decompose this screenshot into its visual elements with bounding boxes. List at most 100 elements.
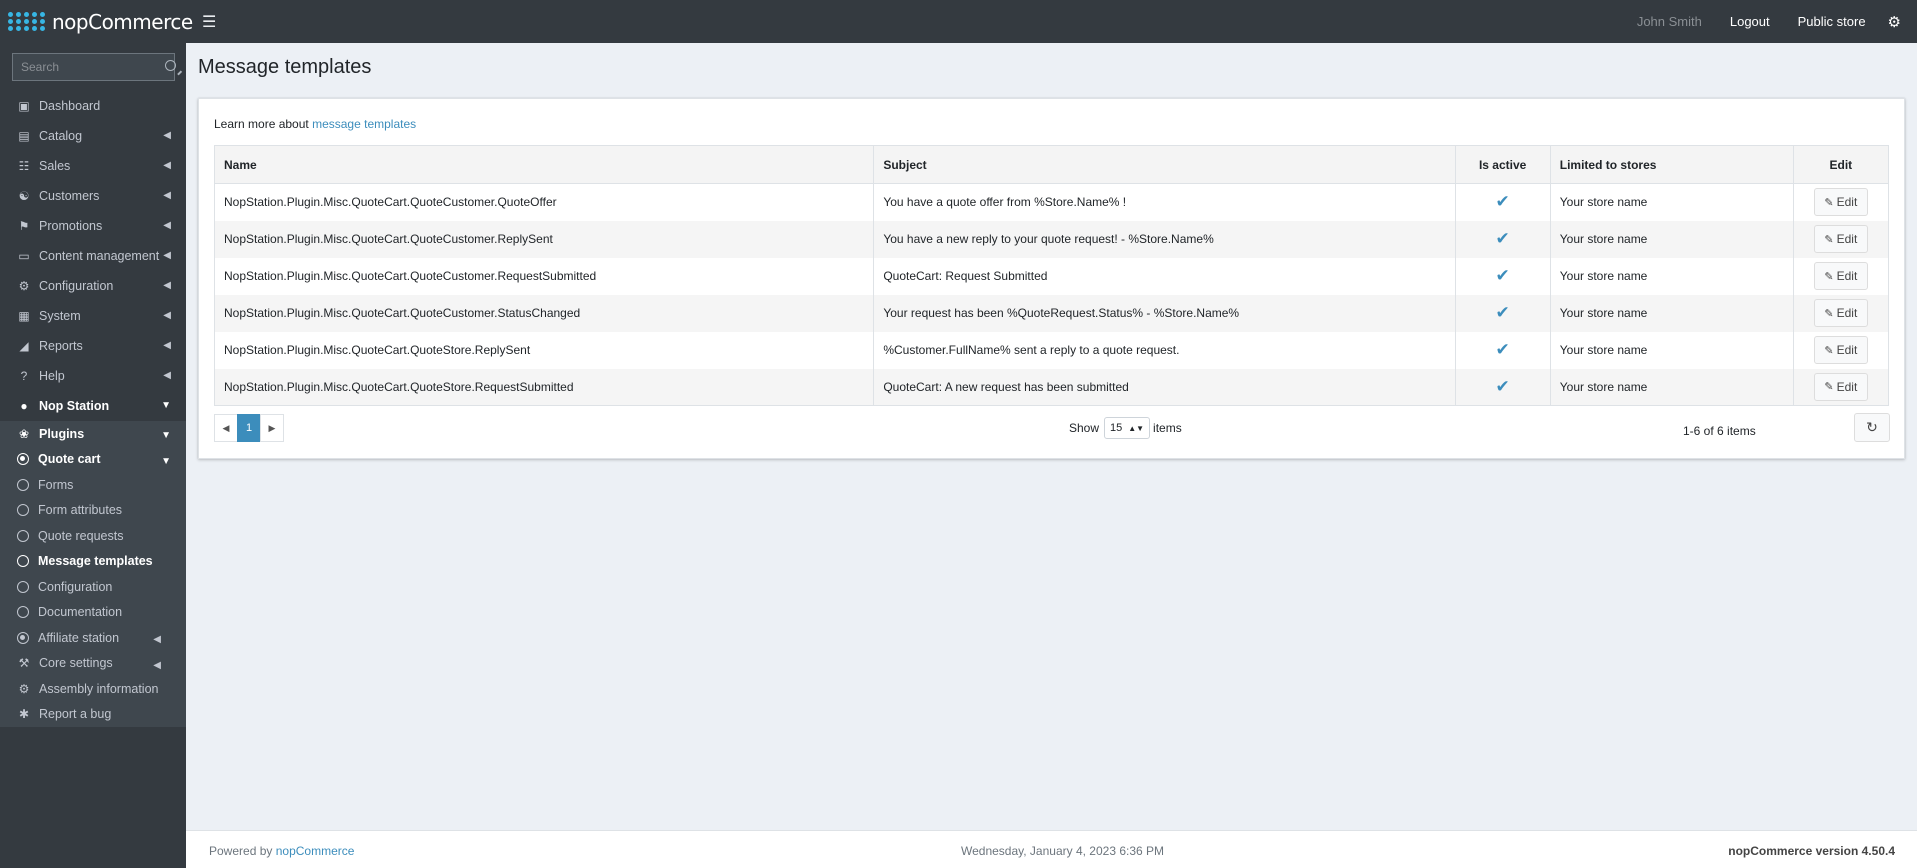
cell-is-active: ✔ — [1454, 257, 1551, 295]
cell-name: NopStation.Plugin.Misc.QuoteCart.QuoteSt… — [213, 331, 875, 369]
bug-icon: ✱ — [18, 707, 30, 722]
cell-stores: Your store name — [1549, 368, 1794, 406]
sidebar-item-documentation[interactable]: Documentation — [0, 600, 186, 626]
sidebar-item-sales[interactable]: ☷ Sales ◀ — [0, 151, 186, 181]
cell-name: NopStation.Plugin.Misc.QuoteCart.QuoteCu… — [213, 183, 875, 221]
edit-button[interactable]: ✎ Edit — [1813, 188, 1868, 217]
sidebar-item-system[interactable]: ▦ System ◀ — [0, 301, 186, 331]
powered-by-link[interactable]: nopCommerce — [276, 844, 355, 858]
desktop-icon: ▭ — [18, 249, 30, 263]
chevron-left-icon: ◀ — [163, 130, 171, 141]
gears-icon: ⚙ — [18, 279, 30, 293]
tags-icon: ⚑ — [18, 219, 30, 233]
logo[interactable]: nopCommerce — [0, 0, 193, 43]
prev-page-button[interactable]: ◀ — [214, 414, 238, 442]
sidebar-item-assembly-information[interactable]: ⚙ Assembly information — [0, 676, 186, 702]
column-header-limited-stores[interactable]: Limited to stores — [1549, 145, 1794, 184]
powered-by-prefix: Powered by — [209, 844, 273, 858]
footer: Powered by nopCommerce Wednesday, Januar… — [186, 830, 1917, 868]
sidebar-item-help[interactable]: ? Help ◀ — [0, 361, 186, 391]
public-store-link[interactable]: Public store — [1798, 14, 1866, 29]
circle-icon — [17, 580, 29, 593]
edit-button[interactable]: ✎ Edit — [1813, 225, 1868, 253]
sidebar-item-core-settings[interactable]: ⚒ Core settings ◀ — [0, 651, 186, 677]
checkmark-icon: ✔ — [1495, 340, 1510, 359]
pencil-icon: ✎ — [1824, 381, 1834, 394]
sidebar-item-quote-requests[interactable]: Quote requests — [0, 523, 186, 549]
next-page-button[interactable]: ▶ — [260, 414, 284, 442]
sidebar-item-reports[interactable]: ◢ Reports ◀ — [0, 331, 186, 361]
templates-table: Name Subject Is active Limited to stores… — [213, 145, 1890, 406]
sidebar-item-content-management[interactable]: ▭ Content management ◀ — [0, 241, 186, 271]
chevron-left-icon: ◀ — [163, 160, 171, 171]
pencil-icon: ✎ — [1824, 196, 1834, 209]
sidebar-item-label: Reports — [39, 339, 83, 353]
sidebar-item-label: Quote requests — [38, 528, 124, 543]
edit-button[interactable]: ✎ Edit — [1813, 299, 1868, 327]
pencil-icon: ✎ — [1824, 270, 1834, 283]
dot-circle-icon — [17, 453, 29, 466]
sidebar-item-quote-configuration[interactable]: Configuration — [0, 574, 186, 600]
pencil-icon: ✎ — [1824, 233, 1834, 246]
chevron-down-icon: ▼ — [161, 400, 171, 411]
logo-dots-icon — [8, 12, 46, 31]
cube-icon: ▦ — [18, 309, 30, 323]
sidebar-item-label: Promotions — [39, 219, 103, 233]
sidebar-item-label: Configuration — [39, 279, 114, 293]
hamburger-menu-icon[interactable]: ☰ — [202, 12, 216, 32]
table-row: NopStation.Plugin.Misc.QuoteCart.QuoteSt… — [213, 331, 1890, 369]
table-row: NopStation.Plugin.Misc.QuoteCart.QuoteCu… — [213, 183, 1890, 221]
sidebar-item-forms[interactable]: Forms — [0, 472, 186, 498]
checkmark-icon: ✔ — [1495, 303, 1510, 322]
column-header-subject[interactable]: Subject — [873, 145, 1456, 184]
logo-text: nopCommerce — [52, 9, 193, 34]
checkmark-icon: ✔ — [1495, 192, 1510, 212]
chevron-left-icon: ◀ — [153, 659, 161, 671]
sidebar-item-configuration[interactable]: ⚙ Configuration ◀ — [0, 271, 186, 301]
sidebar-item-label: Message templates — [38, 554, 153, 569]
refresh-button[interactable]: ↻ — [1854, 413, 1890, 442]
sidebar-item-dashboard[interactable]: ▣ Dashboard — [0, 91, 186, 121]
page-size-value: 15 — [1110, 422, 1123, 434]
sidebar-item-report-bug[interactable]: ✱ Report a bug — [0, 702, 186, 728]
cell-edit: ✎ Edit — [1792, 368, 1890, 406]
column-header-name[interactable]: Name — [213, 145, 875, 184]
circle-icon — [17, 555, 29, 568]
circle-icon — [17, 504, 29, 517]
chevron-left-icon: ◀ — [163, 220, 171, 231]
column-header-is-active[interactable]: Is active — [1454, 145, 1551, 184]
sidebar-item-form-attributes[interactable]: Form attributes — [0, 498, 186, 524]
sidebar-item-customers[interactable]: ☯ Customers ◀ — [0, 181, 186, 211]
cart-icon: ☷ — [18, 159, 30, 173]
current-user-name: John Smith — [1636, 14, 1702, 29]
sidebar-item-message-templates[interactable]: Message templates — [0, 549, 186, 575]
learn-more-link[interactable]: message templates — [312, 117, 416, 131]
sidebar-search — [12, 53, 176, 81]
show-label: Show — [1069, 421, 1100, 435]
sidebar-item-quote-cart[interactable]: Quote cart ▼ — [0, 447, 186, 473]
sidebar-item-nop-station[interactable]: ● Nop Station ▼ — [0, 391, 186, 421]
circle-icon: ● — [20, 399, 28, 413]
edit-button[interactable]: ✎ Edit — [1813, 262, 1868, 290]
cell-is-active: ✔ — [1454, 331, 1551, 369]
cell-subject: You have a new reply to your quote reque… — [873, 220, 1456, 258]
logout-link[interactable]: Logout — [1730, 14, 1770, 29]
sidebar-item-promotions[interactable]: ⚑ Promotions ◀ — [0, 211, 186, 241]
sidebar-item-affiliate-station[interactable]: Affiliate station ◀ — [0, 625, 186, 651]
edit-button[interactable]: ✎ Edit — [1813, 372, 1868, 401]
sidebar-search-input[interactable] — [21, 60, 176, 74]
edit-button[interactable]: ✎ Edit — [1813, 336, 1868, 364]
cell-stores: Your store name — [1549, 294, 1794, 332]
footer-datetime: Wednesday, January 4, 2023 6:36 PM — [961, 844, 1165, 858]
table-row: NopStation.Plugin.Misc.QuoteCart.QuoteCu… — [213, 257, 1890, 295]
cell-edit: ✎ Edit — [1792, 220, 1890, 258]
settings-gears-icon[interactable]: ⚙ — [1888, 13, 1901, 31]
book-icon: ▤ — [18, 129, 30, 143]
sidebar-item-catalog[interactable]: ▤ Catalog ◀ — [0, 121, 186, 151]
sidebar-item-label: Nop Station — [39, 399, 110, 413]
sidebar-item-plugins[interactable]: ❀ Plugins ▼ — [0, 421, 186, 447]
checkmark-icon: ✔ — [1495, 229, 1510, 248]
cell-edit: ✎ Edit — [1792, 183, 1890, 221]
page-number-button[interactable]: 1 — [237, 414, 261, 442]
page-size-select[interactable]: 15 ▲▼ — [1104, 417, 1151, 439]
